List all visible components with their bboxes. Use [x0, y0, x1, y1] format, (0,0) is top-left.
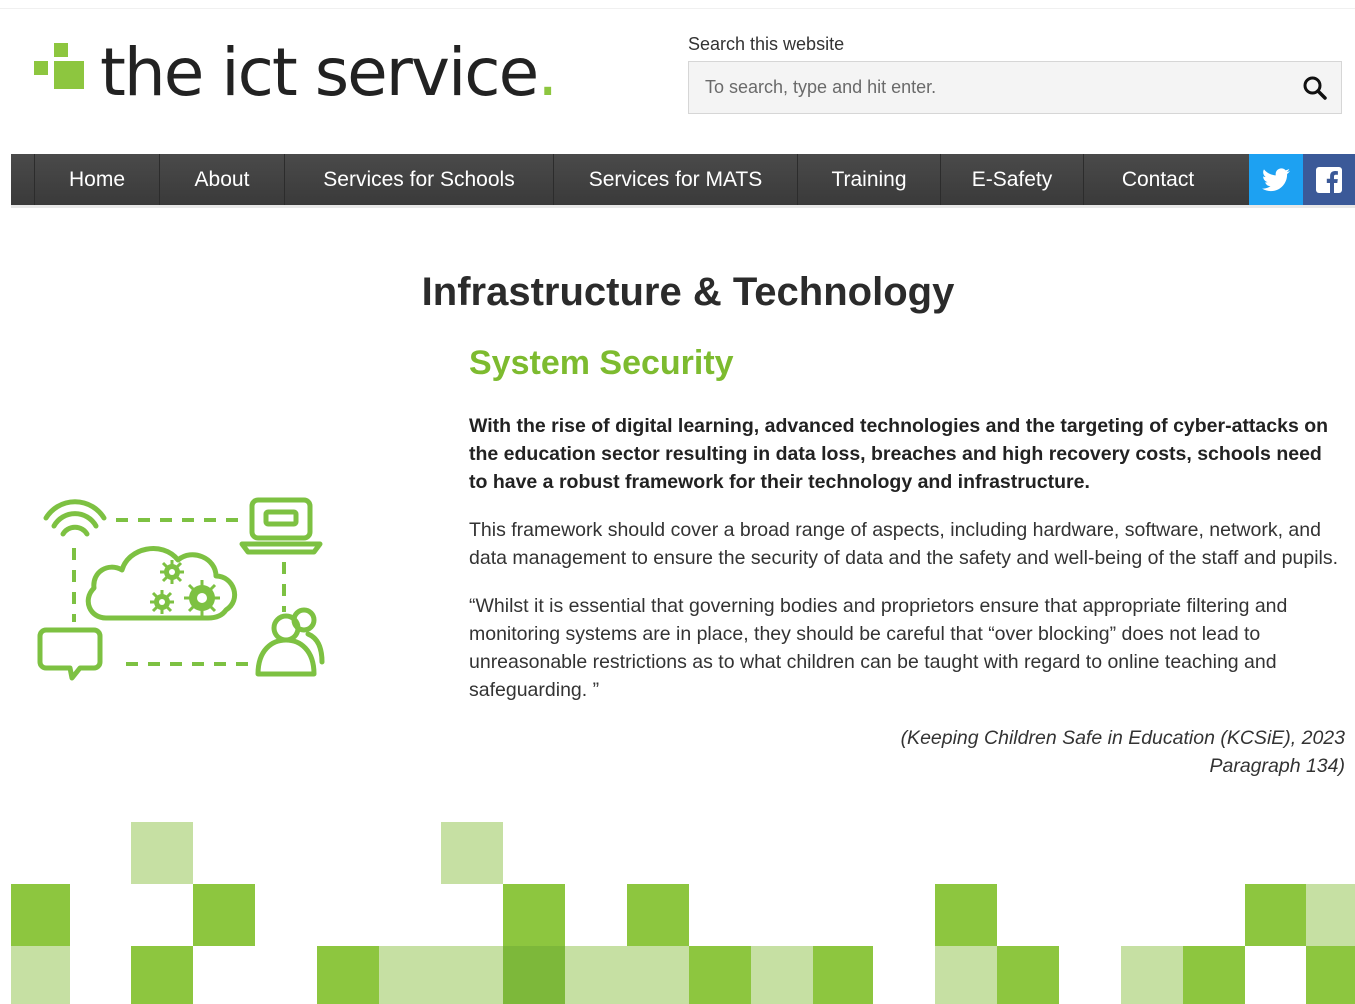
citation-line-2: Paragraph 134) — [1209, 755, 1345, 777]
citation-line-1: (Keeping Children Safe in Education (KCS… — [900, 727, 1345, 749]
nav-item-e-safety[interactable]: E-Safety — [941, 154, 1084, 205]
mosaic-light-squares — [11, 822, 1355, 1004]
nav-spacer — [11, 154, 35, 205]
social-links — [1249, 154, 1355, 205]
gears-icon — [150, 560, 220, 616]
twitter-icon — [1262, 167, 1290, 191]
nav-item-services-for-mats[interactable]: Services for MATS — [554, 154, 798, 205]
mosaic-green-squares — [11, 884, 1355, 1004]
citation: (Keeping Children Safe in Education (KCS… — [469, 724, 1345, 780]
top-divider — [0, 8, 1355, 9]
chat-icon — [37, 627, 103, 681]
section-title: System Security — [469, 344, 734, 382]
mosaic-dark-squares — [503, 946, 565, 1004]
facebook-icon — [1316, 166, 1342, 193]
users-icon — [255, 607, 325, 677]
nav-item-home[interactable]: Home — [35, 154, 160, 205]
logo-text: the ict service. — [100, 34, 558, 111]
article-body: With the rise of digital learning, advan… — [469, 412, 1345, 780]
security-network-illustration — [37, 497, 325, 681]
search-box — [688, 61, 1342, 114]
twitter-button[interactable] — [1249, 154, 1303, 205]
nav-item-contact[interactable]: Contact — [1084, 154, 1232, 205]
intro-paragraph: With the rise of digital learning, advan… — [469, 415, 1329, 493]
body-paragraph: This framework should cover a broad rang… — [469, 519, 1339, 569]
nav-item-about[interactable]: About — [160, 154, 285, 205]
page-title: Infrastructure & Technology — [421, 270, 955, 314]
search-button[interactable] — [1289, 62, 1341, 113]
facebook-button[interactable] — [1303, 154, 1355, 205]
quote-paragraph: “Whilst it is essential that governing b… — [469, 595, 1288, 701]
nav-item-training[interactable]: Training — [798, 154, 941, 205]
wifi-icon — [43, 499, 107, 537]
laptop-icon — [239, 497, 323, 555]
nav-item-services-for-schools[interactable]: Services for Schools — [285, 154, 554, 205]
main-nav: Home About Services for Schools Services… — [11, 154, 1355, 208]
logo-mark-icon — [34, 43, 94, 103]
search-label: Search this website — [688, 34, 845, 54]
search-icon — [1303, 76, 1327, 100]
search-input[interactable] — [689, 62, 1289, 113]
site-logo[interactable]: the ict service. — [34, 34, 558, 111]
